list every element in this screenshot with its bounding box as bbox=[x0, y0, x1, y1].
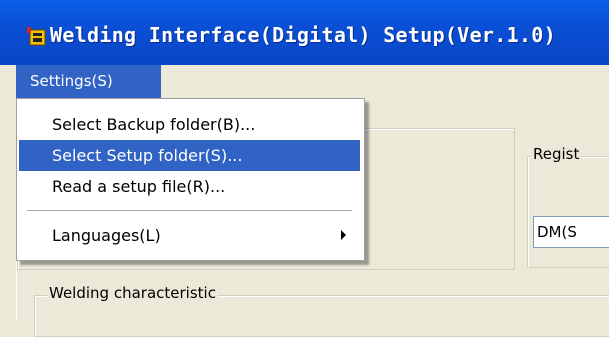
welding-characteristic-label: Welding characteristic bbox=[47, 284, 218, 302]
menu-item-select-backup-folder[interactable]: Select Backup folder(B)... bbox=[19, 109, 360, 140]
register-group-label: Regist bbox=[531, 145, 582, 163]
title-bar[interactable]: Welding Interface(Digital) Setup(Ver.1.0… bbox=[0, 0, 609, 65]
window-title: Welding Interface(Digital) Setup(Ver.1.0… bbox=[50, 23, 556, 47]
register-field[interactable]: DM(S bbox=[533, 216, 609, 248]
menu-settings[interactable]: Settings(S) bbox=[16, 65, 161, 98]
menu-item-languages[interactable]: Languages(L) bbox=[19, 220, 360, 251]
menu-separator bbox=[27, 210, 352, 211]
menu-bar: Settings(S) bbox=[0, 65, 609, 98]
submenu-arrow-icon bbox=[341, 230, 346, 240]
menu-item-read-setup-file[interactable]: Read a setup file(R)... bbox=[19, 171, 360, 202]
menu-item-languages-label: Languages(L) bbox=[52, 226, 161, 245]
app-icon[interactable] bbox=[26, 26, 46, 46]
register-group bbox=[527, 156, 609, 268]
settings-dropdown-menu: Select Backup folder(B)... Select Setup … bbox=[16, 98, 365, 261]
menu-item-select-setup-folder[interactable]: Select Setup folder(S)... bbox=[19, 140, 360, 171]
